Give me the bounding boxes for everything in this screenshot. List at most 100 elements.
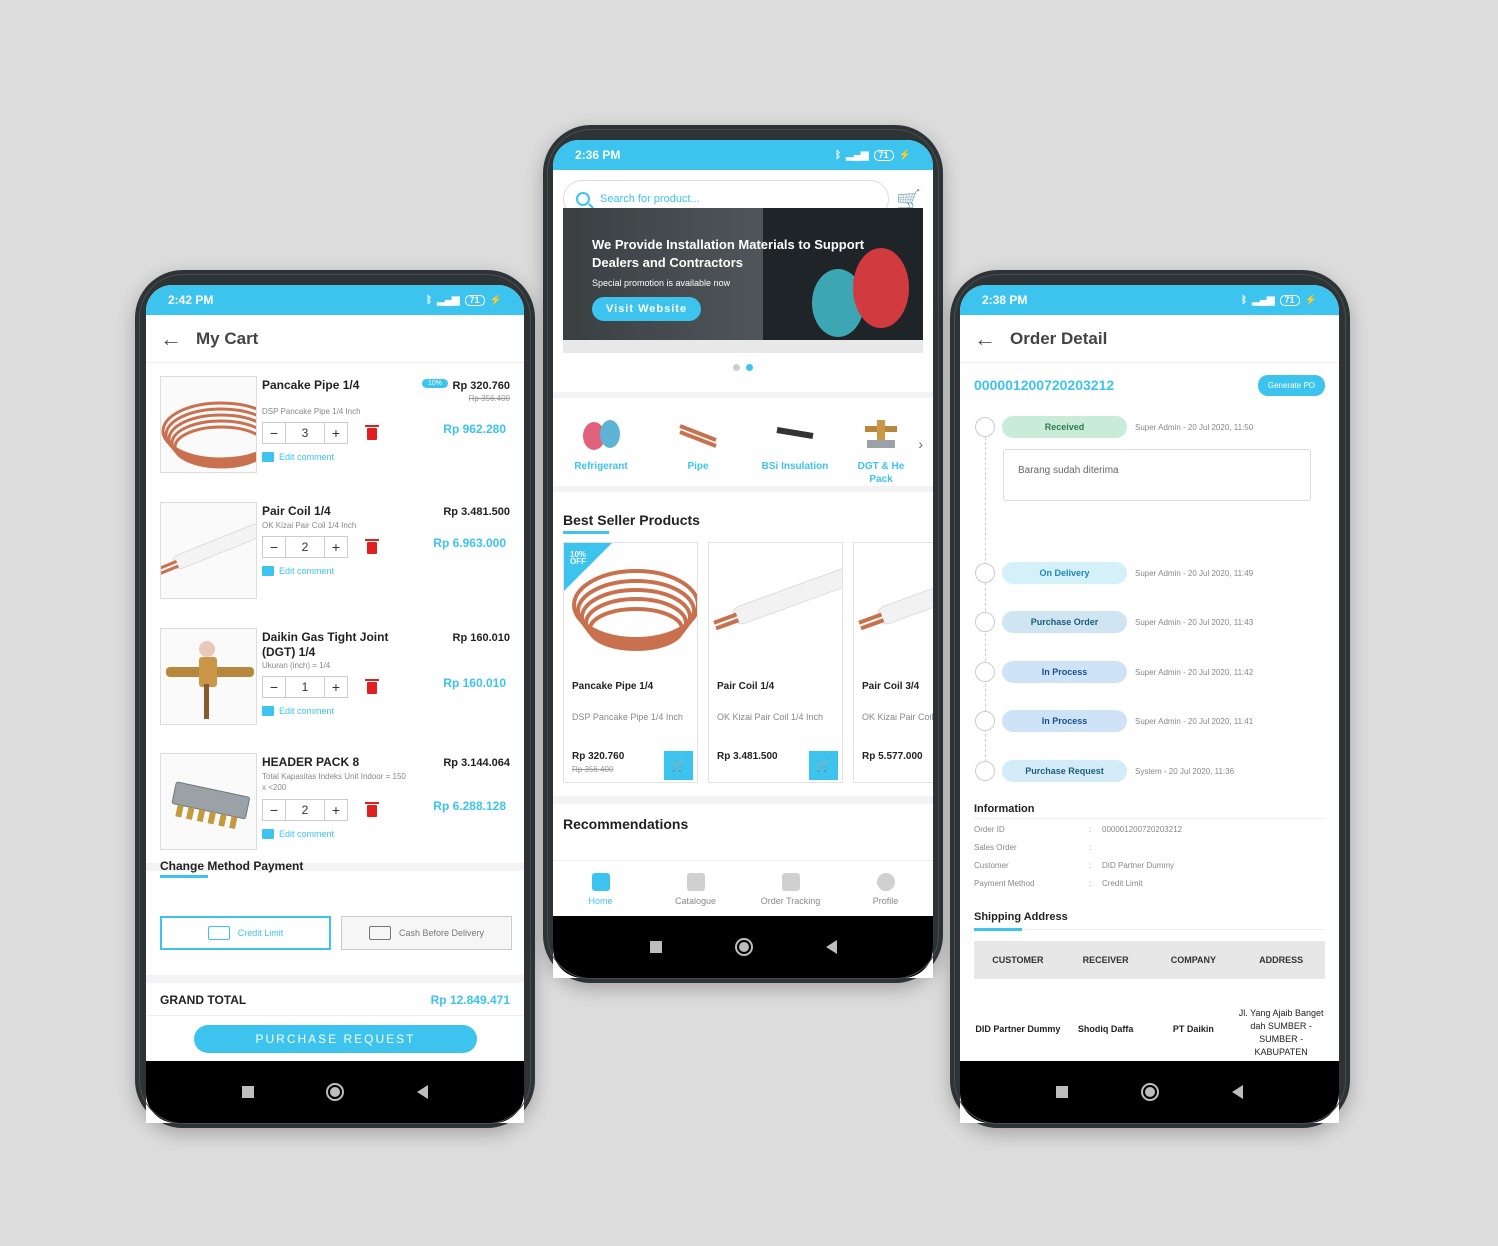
cash-before-delivery-button[interactable]: Cash Before Delivery — [341, 916, 512, 950]
edit-comment-label: Edit comment — [279, 829, 335, 839]
edit-comment-link[interactable]: Edit comment — [262, 829, 334, 839]
info-row: Sales Order: — [974, 843, 1092, 852]
credit-limit-button[interactable]: Credit Limit — [160, 916, 331, 950]
refrigerant-icon — [578, 412, 624, 452]
system-nav-bar — [146, 1061, 524, 1123]
recommendations-title: Recommendations — [563, 816, 689, 832]
purchase-request-button[interactable]: PURCHASE REQUEST — [194, 1025, 477, 1053]
nav-profile[interactable]: Profile — [841, 873, 931, 906]
cart-item: Daikin Gas Tight Joint (DGT) 1/4 Ukuran … — [160, 628, 510, 728]
battery-icon: 71 — [1279, 294, 1300, 306]
add-to-cart-button[interactable]: 🛒 — [664, 751, 693, 780]
nav-home[interactable]: Home — [556, 873, 646, 906]
decrease-button[interactable]: − — [263, 677, 285, 697]
status-on-delivery: On Delivery — [1002, 562, 1127, 584]
back-arrow-icon[interactable]: ← — [974, 326, 996, 352]
product-name: Pair Coil 1/4 — [717, 681, 775, 692]
status-meta: Super Admin - 20 Jul 2020, 11:41 — [1135, 717, 1254, 726]
info-label: Order ID — [974, 825, 1005, 834]
trash-icon[interactable] — [365, 539, 379, 554]
truck-icon — [368, 926, 391, 940]
quantity-value[interactable]: 2 — [285, 800, 325, 820]
visit-website-button[interactable]: Visit Website — [592, 297, 702, 321]
home-button[interactable] — [1140, 1083, 1159, 1101]
info-label: Sales Order — [974, 843, 1017, 852]
increase-button[interactable]: + — [325, 800, 347, 820]
product-card[interactable]: 10% OFF Pancake Pipe 1/4 DSP Pancake Pip… — [563, 542, 698, 783]
decrease-button[interactable]: − — [263, 800, 285, 820]
item-name: Pancake Pipe 1/4 — [262, 378, 360, 392]
product-price: Rp 3.481.500 — [717, 751, 778, 762]
trash-icon[interactable] — [365, 802, 379, 817]
category-dgt-header-pack[interactable]: DGT & He Pack — [849, 412, 913, 486]
nav-label: Catalogue — [674, 896, 717, 906]
home-button[interactable] — [734, 938, 753, 956]
carousel-dot-active[interactable] — [746, 364, 753, 371]
nav-catalogue[interactable]: Catalogue — [651, 873, 741, 906]
add-to-cart-button[interactable]: 🛒 — [809, 751, 838, 780]
bluetooth-icon: ᛒ — [835, 149, 842, 161]
back-button[interactable] — [1231, 1085, 1243, 1099]
item-price: Rp 3.144.064 — [443, 757, 510, 769]
recents-button[interactable] — [649, 941, 662, 953]
product-card[interactable]: Pair Coil 1/4 OK Kizai Pair Coil 1/4 Inc… — [708, 542, 843, 783]
decrease-button[interactable]: − — [263, 537, 285, 557]
trash-icon[interactable] — [365, 425, 379, 440]
home-button[interactable] — [326, 1083, 345, 1101]
table-row: DID Partner Dummy Shodiq Daffa PT Daikin… — [974, 989, 1325, 1083]
trash-icon[interactable] — [365, 679, 379, 694]
page-title: My Cart — [196, 328, 259, 348]
quantity-stepper[interactable]: − 2 + — [262, 536, 348, 558]
chevron-right-icon[interactable]: › — [918, 436, 923, 452]
product-thumbnail[interactable] — [160, 376, 257, 473]
status-meta: Super Admin - 20 Jul 2020, 11:43 — [1135, 618, 1254, 627]
product-thumbnail[interactable] — [160, 753, 257, 850]
quantity-stepper[interactable]: − 2 + — [262, 799, 348, 821]
pipe-icon — [675, 412, 721, 452]
quantity-value[interactable]: 2 — [285, 537, 325, 557]
edit-comment-link[interactable]: Edit comment — [262, 566, 334, 576]
divider — [146, 1015, 524, 1016]
category-pipe[interactable]: Pipe — [658, 412, 738, 473]
generate-po-button[interactable]: Generate PO — [1257, 375, 1325, 396]
carousel-dot[interactable] — [733, 364, 740, 371]
increase-button[interactable]: + — [325, 677, 347, 697]
edit-comment-link[interactable]: Edit comment — [262, 706, 334, 716]
status-note: Barang sudah diterima — [1003, 449, 1311, 501]
edit-comment-link[interactable]: Edit comment — [262, 452, 334, 462]
product-thumbnail[interactable] — [160, 502, 257, 599]
quantity-value[interactable]: 3 — [285, 423, 325, 443]
back-arrow-icon[interactable]: ← — [160, 326, 182, 352]
category-bsi-insulation[interactable]: BSi Insulation — [755, 412, 835, 473]
quantity-stepper[interactable]: − 3 + — [262, 422, 348, 444]
back-button[interactable] — [825, 940, 837, 954]
shipping-address-title: Shipping Address — [974, 911, 1068, 923]
timeline-dot — [975, 612, 995, 632]
back-button[interactable] — [416, 1085, 428, 1099]
recents-button[interactable] — [242, 1086, 255, 1098]
nav-order-tracking[interactable]: Order Tracking — [746, 873, 836, 906]
increase-button[interactable]: + — [325, 423, 347, 443]
quantity-stepper[interactable]: − 1 + — [262, 676, 348, 698]
shipping-title-underline — [974, 928, 1022, 931]
divider — [553, 796, 933, 804]
cash-before-delivery-label: Cash Before Delivery — [398, 928, 485, 938]
quantity-value[interactable]: 1 — [285, 677, 325, 697]
category-label: BSi Insulation — [761, 461, 829, 472]
promo-banner[interactable]: We Provide Installation Materials to Sup… — [563, 208, 923, 353]
product-card[interactable]: Pair Coil 3/4 OK Kizai Pair Coil 3/4 Inc… — [853, 542, 933, 783]
comment-icon — [262, 452, 274, 462]
bluetooth-icon: ᛒ — [426, 294, 433, 306]
phone-cart: 2:42 PM ᛒ ▂▄▆ 71 ⚡ ← My Cart Pancake Pip… — [135, 270, 535, 1128]
increase-button[interactable]: + — [325, 537, 347, 557]
grid-icon — [686, 873, 705, 891]
status-icons: ᛒ ▂▄▆ 71 ⚡ — [426, 294, 502, 306]
decrease-button[interactable]: − — [263, 423, 285, 443]
recents-button[interactable] — [1056, 1086, 1069, 1098]
info-row: Payment Method: Credit Limit — [974, 879, 1143, 888]
timeline-dot — [975, 711, 995, 731]
status-icons: ᛒ ▂▄▆ 71 ⚡ — [1241, 294, 1317, 306]
category-refrigerant[interactable]: Refrigerant — [561, 412, 641, 473]
grand-total-label: GRAND TOTAL — [160, 993, 247, 1007]
product-thumbnail[interactable] — [160, 628, 257, 725]
